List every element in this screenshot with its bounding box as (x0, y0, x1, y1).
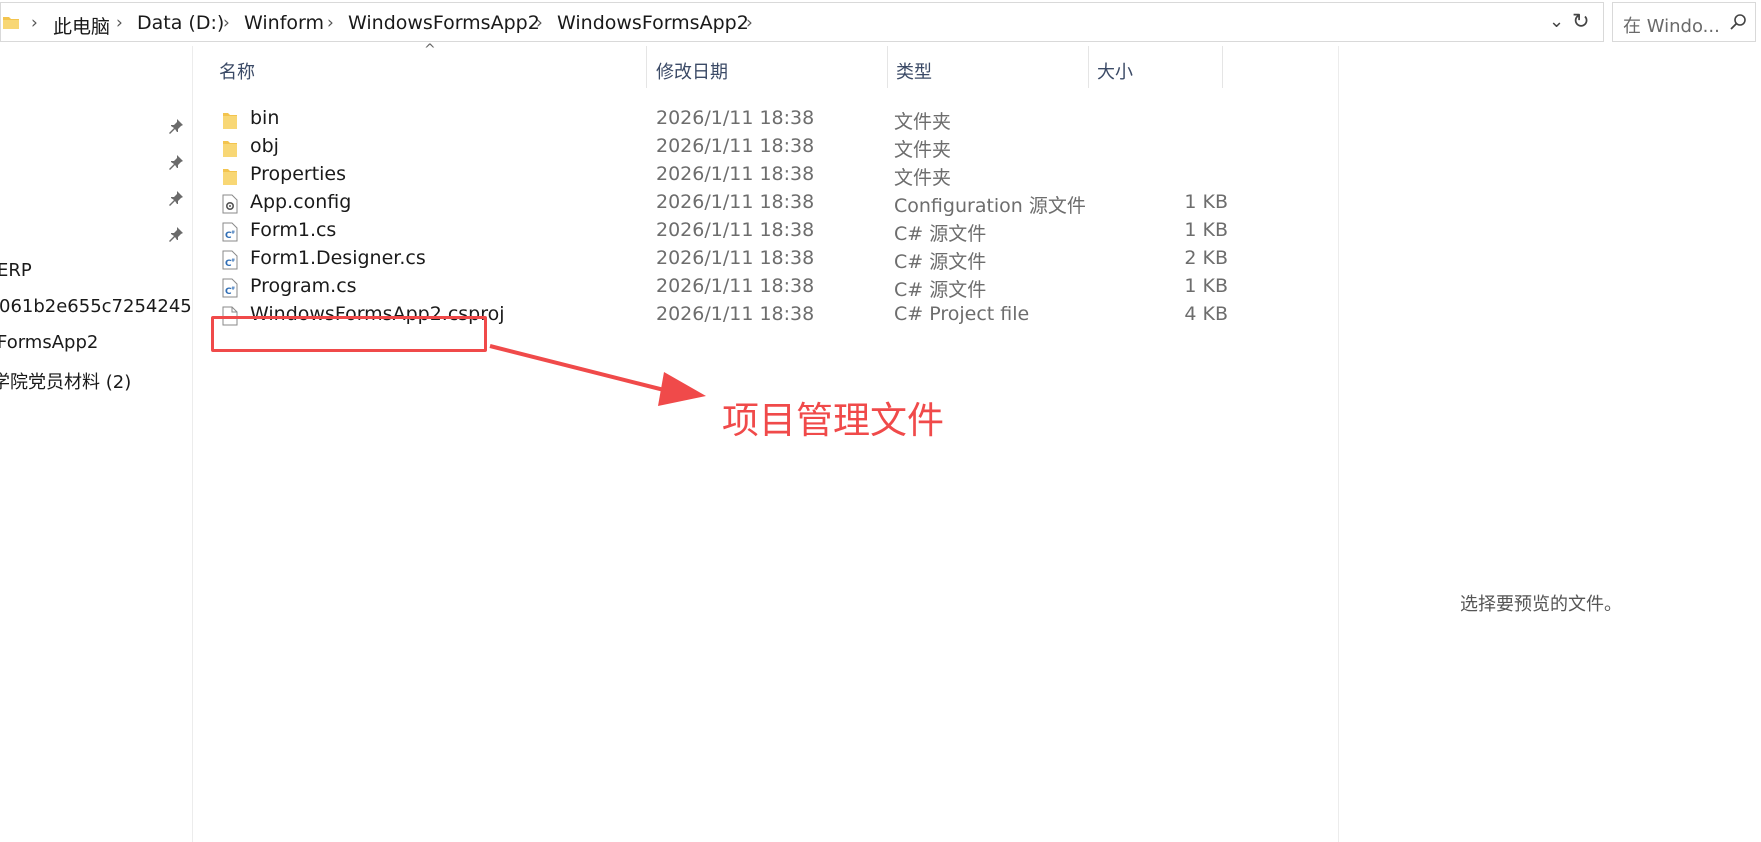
file-row[interactable]: Properties 2026/1/11 18:38 文件夹 (214, 160, 1214, 190)
breadcrumb-data-drive[interactable]: Data (D:) (137, 12, 224, 34)
breadcrumb-separator: › (223, 13, 230, 33)
address-bar[interactable]: › 此电脑 › Data (D:) › Winform › WindowsFor… (0, 2, 1604, 42)
config-file-icon (222, 194, 238, 214)
file-row[interactable]: bin 2026/1/11 18:38 文件夹 (214, 104, 1214, 134)
svg-text:#: # (231, 230, 235, 236)
pin-icon[interactable] (168, 190, 184, 206)
file-row[interactable]: obj 2026/1/11 18:38 文件夹 (214, 132, 1214, 162)
column-divider[interactable] (1222, 46, 1223, 88)
folder-icon (3, 17, 19, 29)
breadcrumb-this-pc[interactable]: 此电脑 (53, 12, 110, 39)
column-header-name[interactable]: 名称 (219, 58, 255, 84)
csharp-file-icon: C # (222, 278, 238, 298)
file-type: C# 源文件 (894, 279, 987, 301)
file-row[interactable]: C # Form1.Designer.cs 2026/1/11 18:38 C# … (214, 244, 1228, 274)
preview-pane-divider[interactable] (1338, 46, 1339, 842)
file-date-modified: 2026/1/11 18:38 (656, 191, 815, 213)
breadcrumb-separator: › (536, 13, 543, 33)
file-type: C# Project file (894, 303, 1030, 325)
folder-icon (222, 138, 238, 158)
file-name: Form1.Designer.cs (250, 247, 426, 269)
file-size: 1 KB (1184, 191, 1228, 213)
nav-item-hash-folder[interactable]: 061b2e655c7254245 (0, 296, 191, 317)
annotation-label: 项目管理文件 (722, 399, 944, 442)
file-date-modified: 2026/1/11 18:38 (656, 275, 815, 297)
file-date-modified: 2026/1/11 18:38 (656, 219, 815, 241)
search-box[interactable]: 在 Windo... (1612, 2, 1756, 42)
nav-item-erp[interactable]: ERP (0, 260, 189, 281)
file-type: 文件夹 (894, 139, 952, 161)
file-type: C# 源文件 (894, 251, 987, 273)
file-type: 文件夹 (894, 111, 952, 133)
column-divider[interactable] (1088, 46, 1089, 88)
annotation-arrow-head (658, 372, 706, 406)
breadcrumb-windowsformsapp2[interactable]: WindowsFormsApp2 (348, 12, 540, 34)
svg-text:#: # (231, 286, 235, 292)
breadcrumb-separator: › (116, 13, 123, 33)
column-divider[interactable] (887, 46, 888, 88)
file-name: Properties (250, 163, 347, 185)
search-icon[interactable] (1729, 13, 1747, 31)
folder-icon (222, 166, 238, 186)
file-date-modified: 2026/1/11 18:38 (656, 303, 815, 325)
file-date-modified: 2026/1/11 18:38 (656, 163, 815, 185)
breadcrumb-separator: › (31, 13, 38, 33)
file-date-modified: 2026/1/11 18:38 (656, 247, 815, 269)
annotation-highlight-box (211, 316, 487, 352)
file-row[interactable]: C # Form1.cs 2026/1/11 18:38 C# 源文件 1 KB (214, 216, 1228, 246)
breadcrumb-windowsformsapp2-current[interactable]: WindowsFormsApp2 (557, 12, 749, 34)
column-header-modified[interactable]: 修改日期 (656, 58, 728, 84)
file-size: 4 KB (1184, 303, 1228, 325)
refresh-icon[interactable]: ↻ (1572, 9, 1590, 33)
file-size: 2 KB (1184, 247, 1228, 269)
sort-ascending-icon: ^ (424, 42, 436, 58)
navigation-pane: ERP 061b2e655c7254245 FormsApp2 学院党员材料 (… (0, 46, 193, 842)
file-name: bin (250, 107, 280, 129)
file-name: obj (250, 135, 279, 157)
folder-icon (222, 110, 238, 130)
column-header-type[interactable]: 类型 (896, 58, 932, 84)
chevron-down-icon[interactable]: ⌄ (1549, 11, 1564, 32)
nav-item-party-materials[interactable]: 学院党员材料 (2) (0, 368, 184, 394)
file-row[interactable]: App.config 2026/1/11 18:38 Configuration… (214, 188, 1228, 218)
breadcrumb-winform[interactable]: Winform (244, 12, 324, 34)
file-name: Program.cs (250, 275, 357, 297)
annotation-arrow-shaft (489, 344, 673, 394)
column-header-size[interactable]: 大小 (1097, 58, 1133, 84)
file-row[interactable]: C # Program.cs 2026/1/11 18:38 C# 源文件 1 K… (214, 272, 1228, 302)
csharp-file-icon: C # (222, 250, 238, 270)
svg-text:#: # (231, 258, 235, 264)
file-date-modified: 2026/1/11 18:38 (656, 135, 815, 157)
preview-message: 选择要预览的文件。 (1460, 594, 1622, 615)
breadcrumb-separator: › (746, 13, 753, 33)
file-size: 1 KB (1184, 275, 1228, 297)
search-input[interactable]: 在 Windo... (1623, 12, 1720, 38)
pin-icon[interactable] (168, 226, 184, 242)
pin-icon[interactable] (168, 118, 184, 134)
column-divider[interactable] (646, 46, 647, 88)
file-date-modified: 2026/1/11 18:38 (656, 107, 815, 129)
file-size: 1 KB (1184, 219, 1228, 241)
nav-item-formsapp2[interactable]: FormsApp2 (0, 332, 189, 353)
file-type: C# 源文件 (894, 223, 987, 245)
file-type: Configuration 源文件 (894, 195, 1086, 217)
file-name: App.config (250, 191, 352, 213)
file-type: 文件夹 (894, 167, 952, 189)
csharp-file-icon: C # (222, 222, 238, 242)
breadcrumb-separator: › (327, 13, 334, 33)
file-name: Form1.cs (250, 219, 337, 241)
pin-icon[interactable] (168, 154, 184, 170)
